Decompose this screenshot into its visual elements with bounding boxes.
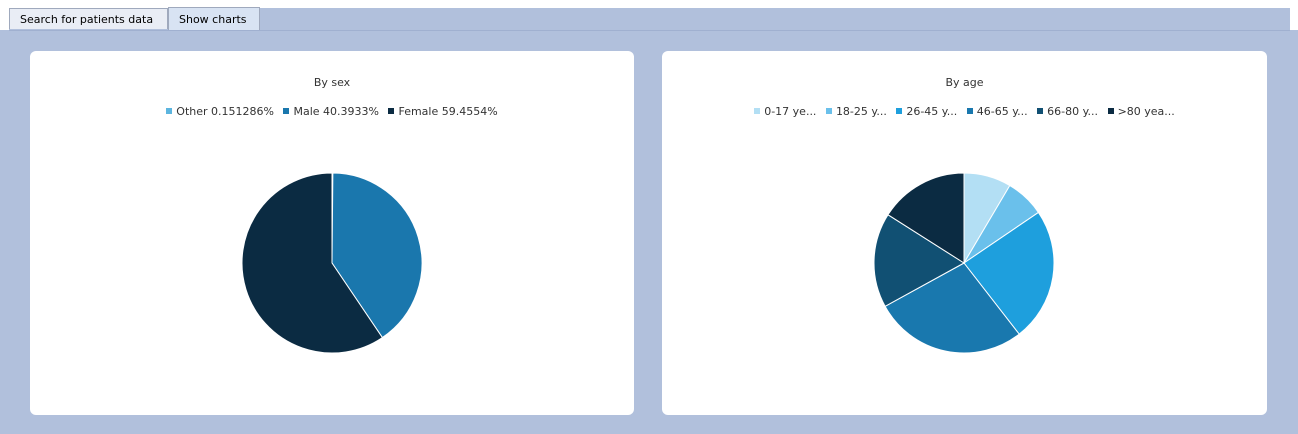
chart-panel-by-age: By age 0-17 ye... 18-25 y... 26-45 y... … bbox=[662, 51, 1267, 415]
tab-strip: Search for patients data Show charts bbox=[9, 7, 1290, 31]
chart-panel-by-sex: By sex Other 0.151286% Male 40.3933% Fem… bbox=[30, 51, 634, 415]
tab-bar-area: Search for patients data Show charts bbox=[0, 0, 1298, 31]
pie-chart-by-age bbox=[873, 172, 1055, 354]
app-window: Search for patients data Show charts By … bbox=[0, 0, 1298, 434]
tab-show-charts[interactable]: Show charts bbox=[168, 7, 260, 30]
tab-search-patients[interactable]: Search for patients data bbox=[9, 8, 168, 29]
pie-chart-by-sex bbox=[241, 172, 423, 354]
